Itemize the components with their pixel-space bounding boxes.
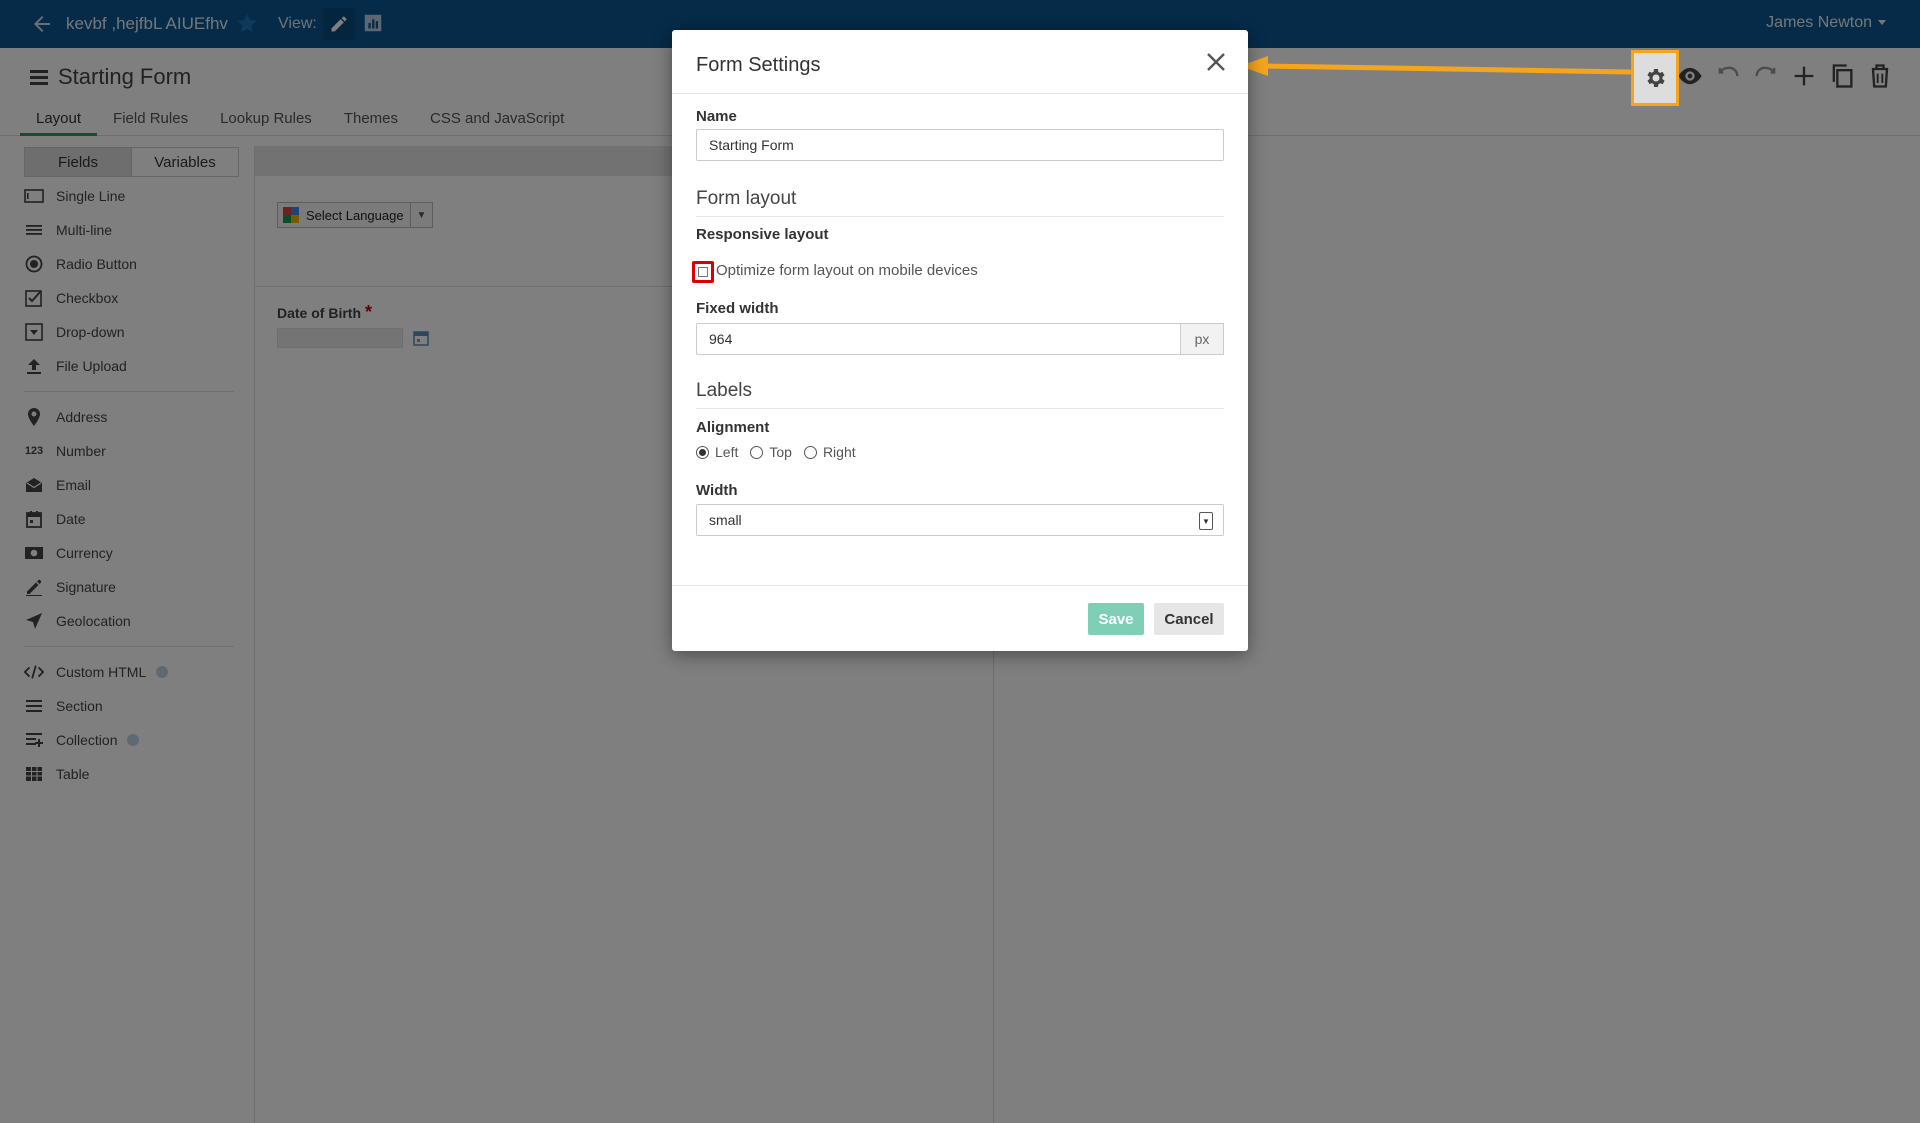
chevron-down-icon: ▼ — [1199, 512, 1213, 530]
gear-icon — [1647, 69, 1665, 87]
alignment-left-option[interactable]: Left — [696, 444, 738, 460]
radio-top[interactable] — [750, 445, 764, 459]
px-unit-addon: px — [1180, 323, 1224, 355]
radio-label: Left — [715, 444, 739, 460]
alignment-radio-group: Left Top Right — [696, 444, 868, 460]
width-label: Width — [696, 482, 738, 499]
name-label: Name — [696, 108, 737, 125]
width-select-value: small — [709, 512, 742, 528]
annotation-arrow — [1240, 56, 1632, 76]
fixed-width-input[interactable]: 964 — [696, 323, 1182, 355]
responsive-layout-label: Responsive layout — [696, 226, 829, 243]
dialog-header: Form Settings — [672, 30, 1248, 94]
save-button[interactable]: Save — [1088, 603, 1144, 635]
name-input[interactable]: Starting Form — [696, 129, 1224, 161]
optimize-mobile-label[interactable]: Optimize form layout on mobile devices — [716, 262, 978, 279]
radio-right[interactable] — [803, 445, 817, 459]
alignment-top-option[interactable]: Top — [750, 444, 792, 460]
form-settings-button[interactable] — [1631, 50, 1679, 106]
radio-label: Right — [822, 444, 856, 460]
close-icon[interactable] — [1204, 50, 1228, 74]
labels-heading: Labels — [696, 380, 1224, 409]
optimize-mobile-checkbox[interactable] — [692, 261, 714, 283]
alignment-right-option[interactable]: Right — [803, 444, 856, 460]
radio-label: Top — [769, 444, 792, 460]
dialog-footer-divider — [672, 585, 1248, 586]
form-settings-dialog: Form Settings Name Starting Form Form la… — [672, 30, 1248, 651]
cancel-button[interactable]: Cancel — [1154, 603, 1224, 635]
dialog-title: Form Settings — [696, 54, 821, 76]
radio-left[interactable] — [696, 445, 709, 459]
checkbox-box — [698, 267, 708, 277]
fixed-width-label: Fixed width — [696, 300, 779, 317]
width-select[interactable]: small ▼ — [696, 504, 1224, 536]
form-layout-heading: Form layout — [696, 188, 1224, 217]
alignment-label: Alignment — [696, 419, 770, 436]
